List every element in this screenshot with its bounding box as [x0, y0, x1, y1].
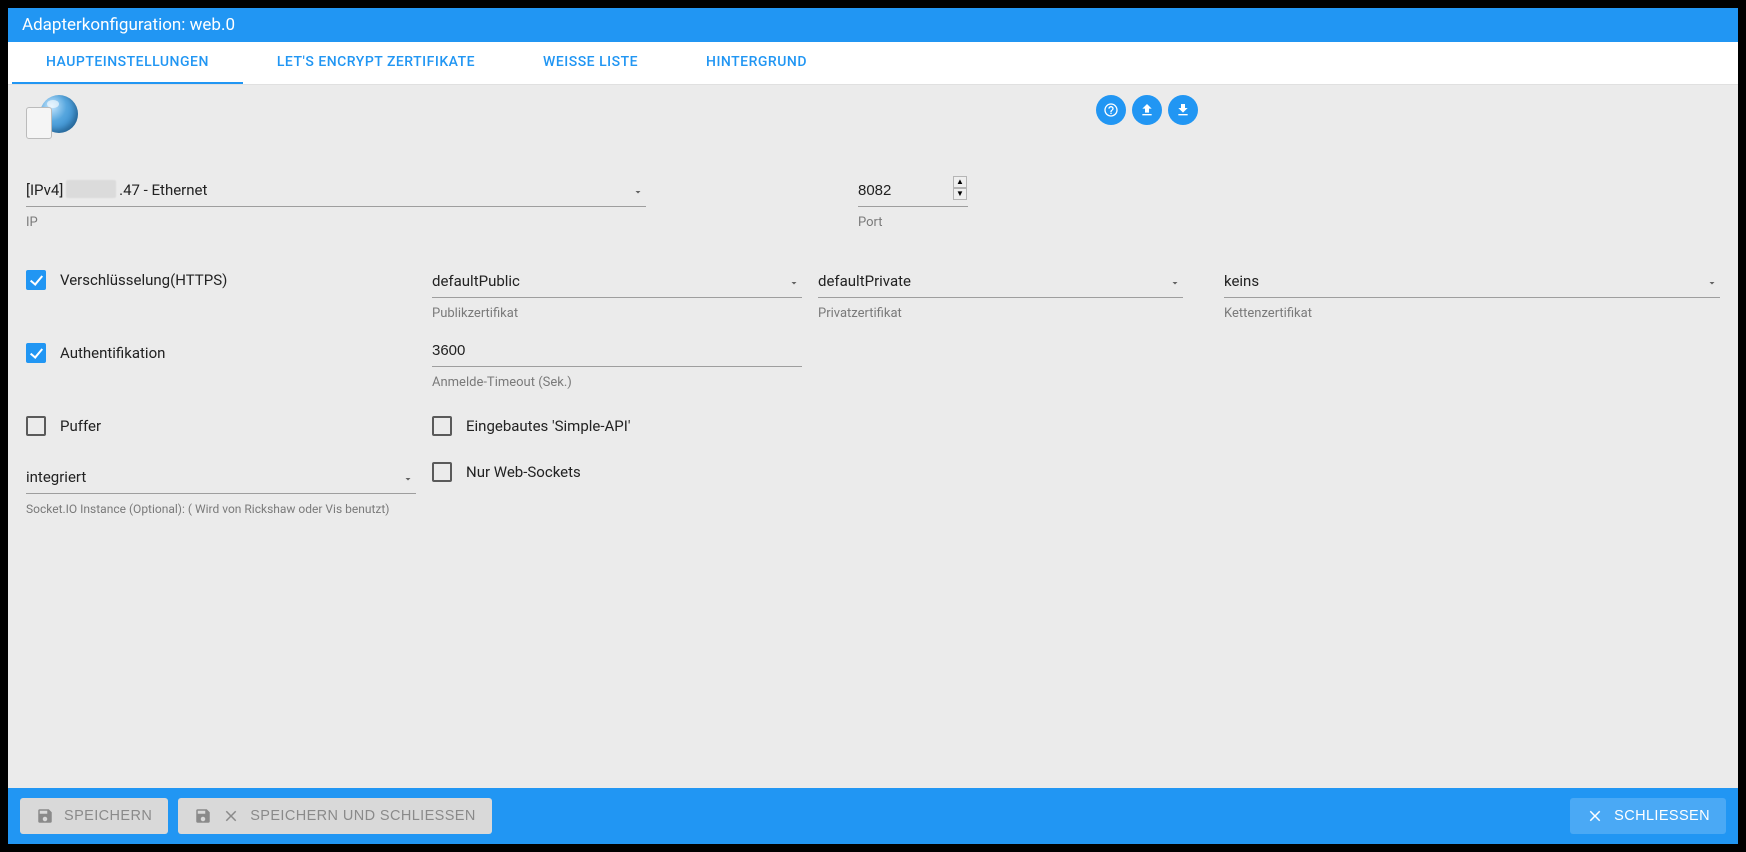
help-icon [1103, 102, 1119, 118]
download-button[interactable] [1168, 95, 1198, 125]
upload-button[interactable] [1132, 95, 1162, 125]
close-button[interactable]: SCHLIESSEN [1570, 798, 1726, 834]
port-step-down[interactable]: ▼ [953, 188, 967, 200]
websockets-only-row: Nur Web-Sockets [432, 456, 802, 488]
socketio-helper: Socket.IO Instance (Optional): ( Wird vo… [26, 502, 416, 516]
private-cert-helper: Privatzertifikat [818, 306, 1183, 321]
top-actions [1096, 95, 1198, 125]
https-checkbox-row: Verschlüsselung(HTTPS) [26, 264, 416, 296]
simple-api-label: Eingebautes 'Simple-API' [466, 417, 630, 435]
private-cert-select[interactable]: defaultPrivate [818, 264, 1183, 298]
adapter-logo [26, 95, 78, 139]
close-label: SCHLIESSEN [1614, 808, 1710, 824]
tabs-container: HAUPTEINSTELLUNGEN LET'S ENCRYPT ZERTIFI… [8, 42, 1738, 85]
save-close-button[interactable]: SPEICHERN UND SCHLIESSEN [178, 798, 492, 834]
public-cert-helper: Publikzertifikat [432, 306, 802, 321]
https-checkbox[interactable] [26, 270, 46, 290]
login-timeout-input[interactable] [432, 333, 802, 367]
port-field-wrap: ▲ ▼ Port [858, 173, 968, 230]
tab-lets-encrypt[interactable]: LET'S ENCRYPT ZERTIFIKATE [243, 42, 509, 84]
socketio-wrap: integriert Socket.IO Instance (Optional)… [26, 460, 416, 516]
save-icon [36, 807, 54, 825]
ip-field-wrap: [IPv4] xxxxxxx.47 - Ethernet IP [26, 173, 646, 230]
simple-api-checkbox[interactable] [432, 416, 452, 436]
chain-cert-wrap: keins Kettenzertifikat [1224, 264, 1720, 321]
ip-value-prefix: [IPv4] [26, 181, 67, 199]
private-cert-wrap: defaultPrivate Privatzertifikat [818, 264, 1183, 321]
port-input[interactable] [858, 173, 968, 207]
save-button[interactable]: SPEICHERN [20, 798, 168, 834]
https-label: Verschlüsselung(HTTPS) [60, 271, 227, 289]
close-icon [1586, 807, 1604, 825]
download-icon [1175, 102, 1191, 118]
chain-cert-select[interactable]: keins [1224, 264, 1720, 298]
simple-api-checkbox-row: Eingebautes 'Simple-API' [432, 410, 802, 442]
tab-content: [IPv4] xxxxxxx.47 - Ethernet IP ▲ ▼ Port [8, 85, 1738, 788]
buffer-checkbox[interactable] [26, 416, 46, 436]
ip-redacted [66, 180, 116, 198]
public-cert-select[interactable]: defaultPublic [432, 264, 802, 298]
tab-background[interactable]: HINTERGRUND [672, 42, 841, 84]
auth-label: Authentifikation [60, 344, 165, 362]
close-icon [222, 807, 240, 825]
login-timeout-wrap: Anmelde-Timeout (Sek.) [432, 333, 802, 390]
websockets-only-checkbox[interactable] [432, 462, 452, 482]
tab-white-list[interactable]: WEISSE LISTE [509, 42, 672, 84]
footer: SPEICHERN SPEICHERN UND SCHLIESSEN SCHLI… [8, 788, 1738, 844]
save-close-label: SPEICHERN UND SCHLIESSEN [250, 808, 476, 824]
auth-checkbox-row: Authentifikation [26, 337, 416, 369]
login-timeout-helper: Anmelde-Timeout (Sek.) [432, 375, 802, 390]
buffer-checkbox-row: Puffer [26, 410, 416, 442]
auth-checkbox[interactable] [26, 343, 46, 363]
help-button[interactable] [1096, 95, 1126, 125]
title-bar: Adapterkonfiguration: web.0 [8, 8, 1738, 42]
ip-select[interactable]: [IPv4] xxxxxxx.47 - Ethernet [26, 173, 646, 207]
port-stepper: ▲ ▼ [953, 176, 967, 200]
websockets-only-label: Nur Web-Sockets [466, 463, 581, 481]
upload-icon [1139, 102, 1155, 118]
save-label: SPEICHERN [64, 808, 152, 824]
chain-cert-helper: Kettenzertifikat [1224, 306, 1720, 321]
form-grid: [IPv4] xxxxxxx.47 - Ethernet IP ▲ ▼ Port [26, 173, 1720, 516]
ip-helper: IP [26, 215, 646, 230]
socketio-select[interactable]: integriert [26, 460, 416, 494]
ip-value-suffix: .47 - Ethernet [119, 181, 207, 199]
buffer-label: Puffer [60, 417, 101, 435]
port-step-up[interactable]: ▲ [953, 176, 967, 188]
public-cert-wrap: defaultPublic Publikzertifikat [432, 264, 802, 321]
tab-main-settings[interactable]: HAUPTEINSTELLUNGEN [12, 42, 243, 84]
port-helper: Port [858, 215, 968, 230]
config-window: Adapterkonfiguration: web.0 HAUPTEINSTEL… [6, 6, 1740, 846]
window-title: Adapterkonfiguration: web.0 [22, 15, 235, 35]
save-icon [194, 807, 212, 825]
